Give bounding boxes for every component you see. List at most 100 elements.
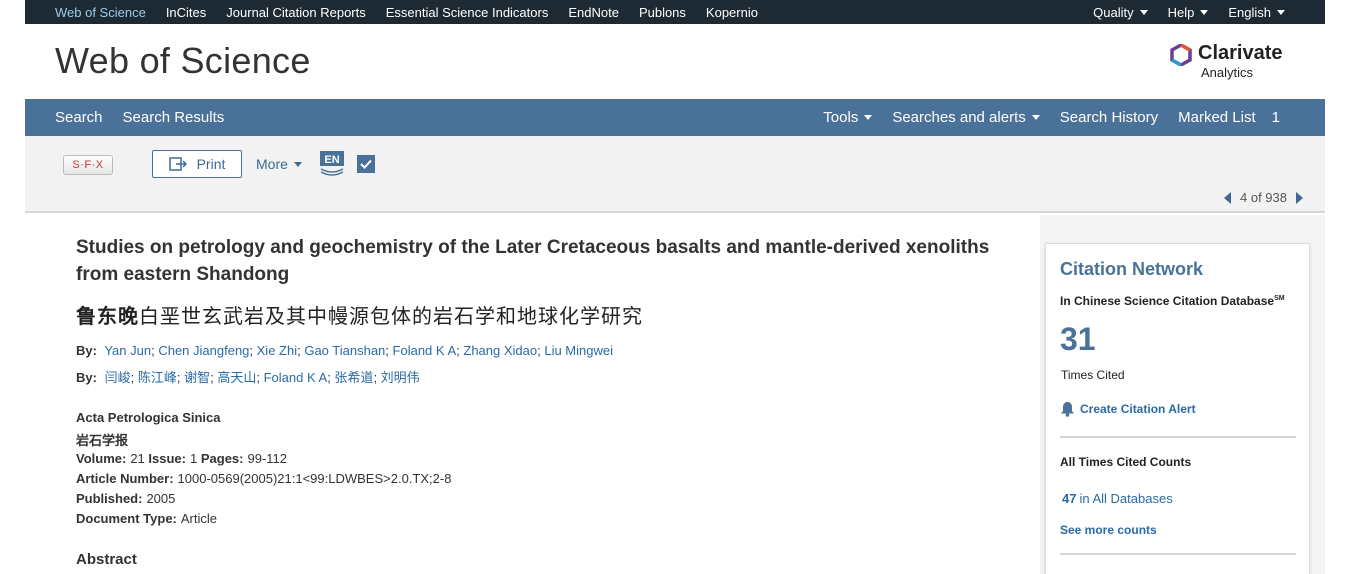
language-dropdown[interactable]: English <box>1228 5 1285 20</box>
record-pager: 4 of 938 <box>1224 190 1303 205</box>
record-content: Studies on petrology and geochemistry of… <box>25 215 1325 574</box>
divider <box>1060 436 1296 438</box>
volume-value: 21 <box>130 451 145 466</box>
all-databases-label: in All Databases <box>1079 491 1173 506</box>
translate-en-icon: EN <box>320 151 344 176</box>
by-label: By: <box>76 343 97 358</box>
author-link[interactable]: Yan Jun <box>104 343 151 358</box>
searches-alerts-label: Searches and alerts <box>892 109 1026 126</box>
published: Published: 2005 <box>76 491 175 506</box>
chevron-down-icon <box>864 115 873 120</box>
next-record-icon[interactable] <box>1296 191 1303 204</box>
help-dropdown[interactable]: Help <box>1168 5 1209 20</box>
author-link[interactable]: Xie Zhi <box>257 343 297 358</box>
search-history-link[interactable]: Search History <box>1060 109 1158 126</box>
create-citation-alert-link[interactable]: Create Citation Alert <box>1060 401 1196 417</box>
article-title-chinese: 鲁东晚白垩世玄武岩及其中幔源包体的岩石学和地球化学研究 <box>76 300 643 329</box>
citation-network-heading: Citation Network <box>1060 259 1204 279</box>
print-button[interactable]: Print <box>152 150 242 178</box>
author-link[interactable]: 闫峻 <box>105 370 131 385</box>
pages-label: Pages: <box>200 451 244 466</box>
published-label: Published: <box>76 491 143 506</box>
author-link[interactable]: Chen Jiangfeng <box>158 343 249 358</box>
clarivate-logo[interactable]: Clarivate Analytics <box>1170 42 1285 82</box>
article-number-label: Article Number: <box>76 471 174 486</box>
chevron-down-icon <box>1139 9 1148 15</box>
document-type-label: Document Type: <box>76 511 177 526</box>
service-mark: SM <box>1274 295 1285 302</box>
volume-label: Volume: <box>76 451 127 466</box>
issue-label: Issue: <box>148 451 186 466</box>
citation-database-name: In Chinese Science Citation Database <box>1060 294 1275 308</box>
select-checkbox[interactable] <box>357 155 375 173</box>
author-link[interactable]: Liu Mingwei <box>544 343 613 358</box>
author-link[interactable]: 谢智 <box>184 370 210 385</box>
times-cited-label: Times Cited <box>1061 368 1125 382</box>
previous-record-icon[interactable] <box>1224 191 1231 204</box>
nav-right: Tools Searches and alerts Search History… <box>803 99 1280 136</box>
article-title: Studies on petrology and geochemistry of… <box>76 237 990 285</box>
chevron-down-icon <box>293 161 302 167</box>
sfx-label: S·F·X <box>72 159 104 171</box>
print-label: Print <box>196 156 226 172</box>
author-link[interactable]: Gao Tianshan <box>304 343 385 358</box>
article-number-value: 1000-0569(2005)21:1<99:LDWBES>2.0.TX;2-8 <box>177 471 452 486</box>
marked-list-count: 1 <box>1271 109 1280 126</box>
author-link[interactable]: Foland K A <box>393 343 457 358</box>
by-label: By: <box>76 370 97 385</box>
authors-line: By: Yan Jun; Chen Jiangfeng; Xie Zhi; Ga… <box>76 343 613 358</box>
marked-list-label: Marked List <box>1178 109 1256 126</box>
times-cited-count[interactable]: 31 <box>1060 321 1096 358</box>
product-link-incites[interactable]: InCites <box>166 5 206 20</box>
nav-search-results[interactable]: Search Results <box>123 109 225 126</box>
issue-value: 1 <box>190 451 198 466</box>
record-toolbar: S·F·X Print More EN 4 of 938 <box>25 136 1325 213</box>
product-link-esi[interactable]: Essential Science Indicators <box>386 5 549 20</box>
article-title-chinese-rest: 白垩世玄武岩及其中幔源包体的岩石学和地球化学研究 <box>139 304 643 328</box>
sfx-button[interactable]: S·F·X <box>63 155 113 175</box>
author-link[interactable]: 高天山 <box>217 370 256 385</box>
author-link[interactable]: 张希道 <box>334 370 373 385</box>
journal-name-chinese: 岩石学报 <box>76 433 129 448</box>
more-dropdown[interactable]: More <box>256 156 302 172</box>
more-label: More <box>256 156 288 172</box>
print-export-icon <box>168 157 187 171</box>
language-label: English <box>1228 4 1271 20</box>
translate-en-button[interactable]: EN <box>319 150 345 176</box>
product-link-endnote[interactable]: EndNote <box>568 5 619 20</box>
volume-issue-pages: Volume: 21 Issue: 1 Pages: 99-112 <box>76 451 287 466</box>
chevron-down-icon <box>1277 9 1285 15</box>
clarivate-logo-icon <box>1170 44 1192 66</box>
quality-dropdown[interactable]: Quality <box>1093 5 1148 20</box>
logo-word: Clarivate <box>1198 42 1283 64</box>
see-more-counts-link[interactable]: See more counts <box>1060 523 1157 537</box>
site-title[interactable]: Web of Science <box>55 40 311 82</box>
author-link[interactable]: 刘明伟 <box>381 370 420 385</box>
product-link-publons[interactable]: Publons <box>639 5 686 20</box>
top-right-menus: Quality Help English <box>1073 0 1285 24</box>
product-link-jcr[interactable]: Journal Citation Reports <box>226 5 365 20</box>
searches-alerts-dropdown[interactable]: Searches and alerts <box>892 109 1040 126</box>
all-databases-count: 47 <box>1062 491 1077 506</box>
citation-database-label: In Chinese Science Citation DatabaseSM <box>1060 294 1285 308</box>
main-nav: Search Search Results Tools Searches and… <box>25 99 1325 136</box>
article-title-chinese-bold: 鲁东晚 <box>76 304 139 328</box>
author-link[interactable]: Zhang Xidao <box>463 343 537 358</box>
svg-text:EN: EN <box>324 154 339 166</box>
marked-list-link[interactable]: Marked List 1 <box>1178 109 1280 126</box>
author-link[interactable]: Foland K A <box>264 370 328 385</box>
all-databases-link[interactable]: 47 in All Databases <box>1062 491 1173 506</box>
all-times-cited-heading: All Times Cited Counts <box>1060 455 1192 469</box>
product-link-kopernio[interactable]: Kopernio <box>706 5 758 20</box>
tools-dropdown[interactable]: Tools <box>823 109 873 126</box>
nav-search[interactable]: Search <box>55 109 103 126</box>
document-type: Document Type: Article <box>76 511 217 526</box>
journal-name: Acta Petrologica Sinica <box>76 410 221 425</box>
pager-label: 4 of 938 <box>1240 190 1287 205</box>
product-link-web-of-science[interactable]: Web of Science <box>55 5 146 20</box>
pages-value: 99-112 <box>247 451 288 466</box>
document-type-value: Article <box>180 511 218 526</box>
abstract-heading: Abstract <box>76 551 137 568</box>
bell-icon <box>1061 402 1074 417</box>
author-link[interactable]: 陈江峰 <box>138 370 177 385</box>
